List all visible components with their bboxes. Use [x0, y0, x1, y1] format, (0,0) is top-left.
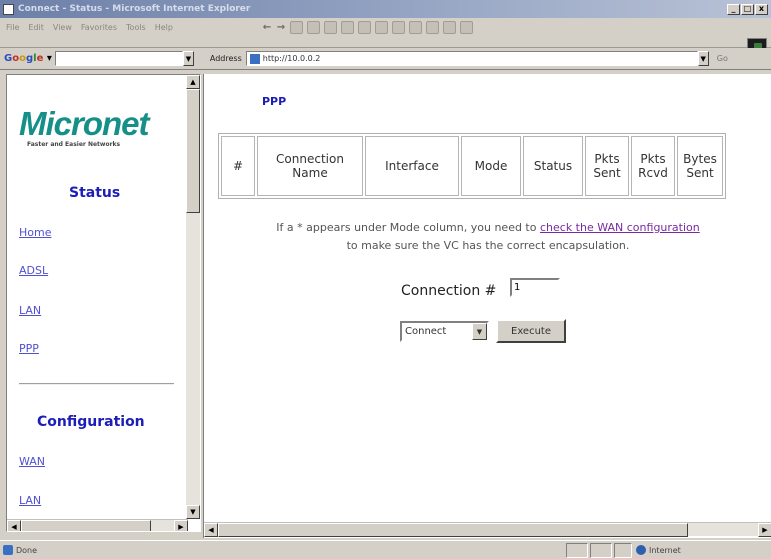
col-pkts-rcvd: Pkts Rcvd	[631, 136, 675, 196]
address-url: http://10.0.0.2	[262, 54, 321, 63]
status-text: Done	[16, 545, 38, 555]
home-icon[interactable]	[324, 21, 337, 34]
page-title: PPP	[262, 95, 287, 108]
status-bar: Done Internet	[0, 540, 771, 559]
address-label: Address	[209, 54, 242, 63]
page-icon	[249, 53, 260, 64]
media-icon[interactable]	[392, 21, 405, 34]
note-text-after: to make sure the VC has the correct enca…	[346, 239, 630, 252]
main-horizontal-scrollbar[interactable]: ◀ ▶	[204, 522, 771, 537]
col-pkts-sent: Pkts Sent	[585, 136, 629, 196]
internet-zone-icon	[636, 545, 646, 555]
table-header-row: # Connection Name Interface Mode Status …	[221, 136, 723, 196]
menu-favorites[interactable]: Favorites	[81, 23, 117, 32]
mail-icon[interactable]	[409, 21, 422, 34]
left-nav-frame: Micronet Faster and Easier Networks Stat…	[6, 74, 201, 532]
maximize-button[interactable]: □	[741, 3, 754, 15]
left-vertical-scrollbar[interactable]: ▲ ▼	[186, 75, 200, 519]
main-horizontal-scroll-thumb[interactable]	[218, 523, 688, 537]
back-icon[interactable]: ←	[262, 21, 272, 34]
col-connection-name: Connection Name	[257, 136, 363, 196]
nav-link-wan[interactable]: WAN	[19, 455, 45, 468]
connection-number-label: Connection #	[401, 283, 497, 299]
title-bar: Connect - Status - Microsoft Internet Ex…	[0, 0, 771, 18]
forward-icon[interactable]: →	[276, 21, 286, 34]
action-select-value: Connect	[405, 326, 447, 337]
micronet-logo: Micronet	[19, 105, 150, 142]
execute-button[interactable]: Execute	[496, 319, 566, 343]
wan-config-note: If a * appears under Mode column, you ne…	[218, 219, 758, 255]
scroll-left-icon[interactable]: ◀	[7, 520, 21, 531]
main-scroll-left-icon[interactable]: ◀	[204, 523, 218, 537]
col-mode: Mode	[461, 136, 521, 196]
nav-divider	[19, 383, 174, 385]
col-bytes-sent: Bytes Sent	[677, 136, 723, 196]
refresh-icon[interactable]	[307, 21, 320, 34]
address-input[interactable]: http://10.0.0.2	[245, 51, 698, 66]
status-panel	[614, 543, 632, 558]
zone-text: Internet	[649, 545, 681, 555]
favorites-icon[interactable]	[358, 21, 371, 34]
status-panel	[566, 543, 588, 558]
page-done-icon	[3, 545, 13, 555]
scroll-right-icon[interactable]: ▶	[174, 520, 188, 531]
menu-tools[interactable]: Tools	[126, 23, 146, 32]
menu-toolbar: File Edit View Favorites Tools Help ← →	[0, 18, 771, 56]
edit-icon[interactable]	[443, 21, 456, 34]
col-status: Status	[523, 136, 583, 196]
google-search-input[interactable]	[54, 51, 183, 66]
col-interface: Interface	[365, 136, 459, 196]
address-dropdown-icon[interactable]: ▼	[697, 51, 709, 66]
ie-app-icon	[3, 3, 14, 15]
ppp-connections-table: # Connection Name Interface Mode Status …	[218, 133, 726, 199]
address-toolbar: Google ▾ ▼ Address http://10.0.0.2 ▼ Go	[0, 48, 771, 70]
wan-config-link[interactable]: check the WAN configuration	[540, 221, 700, 234]
nav-link-adsl[interactable]: ADSL	[19, 264, 48, 277]
status-heading: Status	[69, 185, 121, 201]
menu-edit[interactable]: Edit	[28, 23, 44, 32]
nav-link-config-lan[interactable]: LAN	[19, 494, 41, 507]
status-panel	[590, 543, 612, 558]
menu-view[interactable]: View	[53, 23, 72, 32]
nav-link-ppp[interactable]: PPP	[19, 342, 39, 355]
menu-file[interactable]: File	[6, 23, 19, 32]
stop-icon[interactable]	[290, 21, 303, 34]
scroll-thumb[interactable]	[186, 89, 200, 213]
search-icon[interactable]	[341, 21, 354, 34]
nav-link-home[interactable]: Home	[19, 226, 51, 239]
main-scroll-right-icon[interactable]: ▶	[758, 523, 771, 537]
nav-link-lan[interactable]: LAN	[19, 304, 41, 317]
configuration-heading: Configuration	[37, 414, 145, 430]
minimize-button[interactable]: _	[727, 3, 740, 15]
go-button[interactable]: Go	[717, 54, 728, 63]
close-button[interactable]: x	[755, 3, 768, 15]
connection-number-input[interactable]	[510, 278, 560, 297]
horizontal-scroll-thumb[interactable]	[21, 520, 151, 531]
history-icon[interactable]	[375, 21, 388, 34]
scroll-down-icon[interactable]: ▼	[186, 505, 200, 519]
action-select[interactable]: Connect ▼	[400, 321, 489, 342]
note-text-before: If a * appears under Mode column, you ne…	[276, 221, 540, 234]
col-number: #	[221, 136, 255, 196]
google-logo[interactable]: Google ▾	[4, 53, 52, 64]
scroll-up-icon[interactable]: ▲	[186, 75, 200, 89]
left-horizontal-scrollbar[interactable]: ◀ ▶	[7, 519, 188, 531]
menu-help[interactable]: Help	[155, 23, 173, 32]
logo-tagline: Faster and Easier Networks	[27, 141, 121, 148]
print-icon[interactable]	[426, 21, 439, 34]
chevron-down-icon[interactable]: ▼	[182, 51, 194, 66]
select-chevron-icon[interactable]: ▼	[472, 323, 487, 340]
discuss-icon[interactable]	[460, 21, 473, 34]
window-title: Connect - Status - Microsoft Internet Ex…	[18, 4, 251, 14]
